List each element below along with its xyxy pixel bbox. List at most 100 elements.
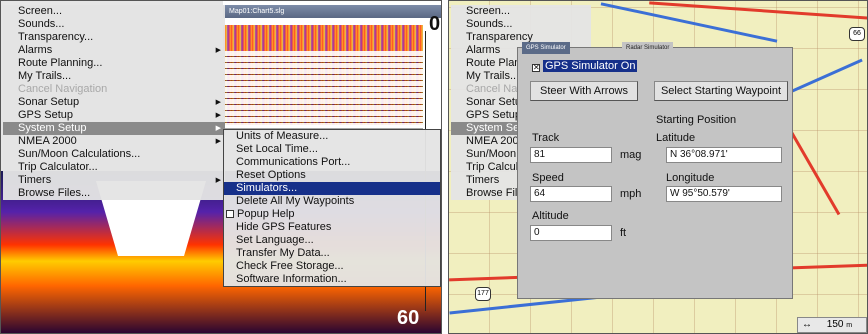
submenu-label: Hide GPS Features: [236, 221, 332, 233]
main-menu-behind-label: Sun/Moon: [466, 148, 517, 160]
gps-simulator-toggle[interactable]: ✕ GPS Simulator On: [532, 60, 638, 72]
main-menu-behind-label: Trip Calcula: [466, 161, 525, 173]
sonar-title-bar: Map01:Chart5.slg: [223, 5, 441, 18]
main-menu-item[interactable]: Alarms ▶: [3, 44, 225, 57]
main-menu-item[interactable]: System Setup ▶: [3, 122, 225, 135]
main-menu-item[interactable]: Transparency...: [3, 31, 225, 44]
main-menu-label: Timers: [18, 174, 52, 186]
sonar-screen: Map01:Chart5.slg 0 60 Screen... Sounds...…: [0, 0, 442, 334]
scale-bar: ↔ 150 m: [797, 317, 867, 333]
submenu-item[interactable]: Communications Port...: [224, 156, 440, 169]
steer-with-arrows-button[interactable]: Steer With Arrows: [530, 81, 638, 101]
tab-gps-simulator[interactable]: GPS Simulator: [522, 42, 570, 54]
submenu-item[interactable]: Units of Measure...: [224, 130, 440, 143]
speed-label: Speed: [532, 172, 564, 184]
main-menu-item[interactable]: Timers ▶: [3, 174, 225, 187]
altitude-unit: ft: [620, 227, 627, 239]
submenu-item[interactable]: Set Local Time...: [224, 143, 440, 156]
main-menu-behind-label: System Se: [466, 122, 520, 134]
highway-shield: 177: [475, 287, 491, 301]
main-menu-label: Route Planning...: [18, 57, 103, 69]
submenu-label: Simulators...: [236, 182, 298, 194]
scale-arrow-icon: ↔: [802, 319, 812, 330]
altitude-field[interactable]: 0: [530, 225, 612, 241]
main-menu-label: Cancel Navigation: [18, 83, 108, 95]
submenu-item[interactable]: Transfer My Data...: [224, 247, 440, 260]
main-menu-item[interactable]: My Trails...: [3, 70, 225, 83]
track-unit: mag: [620, 149, 642, 161]
main-menu-item[interactable]: Sun/Moon Calculations...: [3, 148, 225, 161]
main-menu-item[interactable]: Route Planning...: [3, 57, 225, 70]
checkbox-icon[interactable]: ✕: [532, 64, 540, 72]
depth-bottom-label: 60: [397, 307, 420, 329]
scale-unit: m: [846, 322, 853, 329]
sonar-noise: [223, 51, 423, 131]
altitude-label: Altitude: [532, 210, 569, 222]
submenu-label: Set Language...: [236, 234, 314, 246]
main-menu-label: Browse Files...: [18, 187, 91, 199]
highway-shield: 66: [849, 27, 865, 41]
chevron-right-icon: ▶: [215, 177, 221, 184]
main-menu-label: Sounds...: [18, 18, 65, 30]
submenu-label: Units of Measure...: [236, 130, 329, 142]
main-menu-behind-item[interactable]: Screen...: [451, 5, 591, 18]
main-menu-label: System Setup: [18, 122, 87, 134]
system-setup-submenu: Units of Measure... Set Local Time... Comm…: [223, 129, 441, 287]
main-menu-label: Sun/Moon Calculations...: [18, 148, 141, 160]
chevron-right-icon: ▶: [215, 125, 221, 132]
main-menu-label: GPS Setup: [18, 109, 74, 121]
submenu-item[interactable]: Software Information...: [224, 273, 440, 286]
checkbox-icon[interactable]: [226, 210, 234, 218]
track-label: Track: [532, 132, 560, 144]
depth-top-label: 0: [429, 13, 441, 35]
latitude-field[interactable]: N 36°08.971': [666, 147, 782, 163]
main-menu-behind-item[interactable]: Sounds...: [451, 18, 591, 31]
submenu-label: Check Free Storage...: [236, 260, 344, 272]
main-menu-label: Screen...: [18, 5, 63, 17]
main-menu-label: My Trails...: [18, 70, 72, 82]
highway-road: [649, 1, 867, 20]
main-menu: Screen... Sounds... Transparency... Alarms ▶…: [3, 5, 225, 200]
speed-field[interactable]: 64: [530, 186, 612, 202]
submenu-item[interactable]: Hide GPS Features: [224, 221, 440, 234]
longitude-label: Longitude: [666, 172, 715, 184]
main-menu-item[interactable]: GPS Setup ▶: [3, 109, 225, 122]
main-menu-label: Alarms: [18, 44, 53, 56]
main-menu-behind-label: Timers: [466, 174, 500, 186]
submenu-label: Transfer My Data...: [236, 247, 330, 259]
tab-radar-simulator[interactable]: Radar Simulator: [622, 42, 674, 54]
simulator-dialog: GPS Simulator Radar Simulator ✕ GPS Simul…: [517, 42, 793, 299]
main-menu-item[interactable]: Trip Calculator...: [3, 161, 225, 174]
submenu-item[interactable]: Set Language...: [224, 234, 440, 247]
chevron-right-icon: ▶: [215, 112, 221, 119]
main-menu-label: NMEA 2000: [18, 135, 77, 147]
chevron-right-icon: ▶: [215, 47, 221, 54]
submenu-item[interactable]: Simulators...: [224, 182, 440, 195]
main-menu-item[interactable]: Sounds...: [3, 18, 225, 31]
starting-position-heading: Starting Position: [656, 114, 737, 126]
gps-simulator-on-label: GPS Simulator On: [543, 60, 638, 72]
submenu-item[interactable]: Popup Help: [224, 208, 440, 221]
submenu-label: Software Information...: [236, 273, 347, 285]
main-menu-item[interactable]: Browse Files...: [3, 187, 225, 200]
main-menu-item[interactable]: Screen...: [3, 5, 225, 18]
submenu-item[interactable]: Delete All My Waypoints: [224, 195, 440, 208]
speed-unit: mph: [620, 188, 642, 200]
select-starting-waypoint-button[interactable]: Select Starting Waypoint: [654, 81, 788, 101]
main-menu-item: Cancel Navigation: [3, 83, 225, 96]
main-menu-item[interactable]: Sonar Setup ▶: [3, 96, 225, 109]
latitude-label: Latitude: [656, 132, 696, 144]
main-menu-behind-label: GPS Setup: [466, 109, 522, 121]
main-menu-behind-label: Sounds...: [466, 18, 513, 30]
main-menu-behind-item[interactable]: Transparency: [451, 31, 591, 44]
main-menu-item[interactable]: NMEA 2000 ▶: [3, 135, 225, 148]
submenu-item[interactable]: Check Free Storage...: [224, 260, 440, 273]
main-menu-label: Sonar Setup: [18, 96, 80, 108]
track-field[interactable]: 81: [530, 147, 612, 163]
main-menu-behind-label: Alarms: [466, 44, 501, 56]
longitude-field[interactable]: W 95°50.579': [666, 186, 782, 202]
submenu-label: Popup Help: [237, 208, 295, 220]
submenu-item[interactable]: Reset Options: [224, 169, 440, 182]
submenu-label: Set Local Time...: [236, 143, 318, 155]
main-menu-behind-label: Browse File: [466, 187, 524, 199]
